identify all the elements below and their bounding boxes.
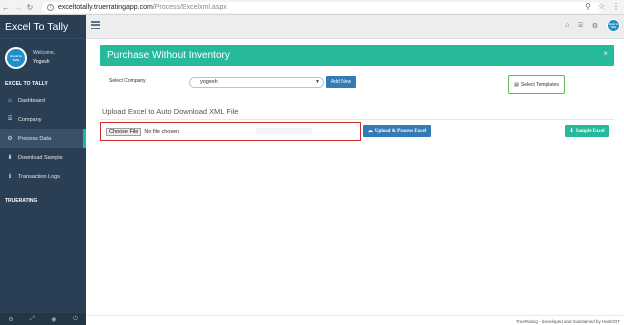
sidebar-item-transaction-logs[interactable]: ℹ Transaction Logs	[0, 167, 86, 186]
select-templates-label: Select Templates	[520, 81, 559, 88]
menu-dots-icon[interactable]: ⋮	[612, 2, 620, 11]
sidebar-item-company[interactable]: ⌸ Company	[0, 110, 86, 129]
download-icon: ⬇	[7, 155, 13, 161]
avatar-logo: Excel to Tally	[608, 22, 619, 29]
bookmark-star-icon[interactable]: ☆	[598, 2, 605, 11]
sample-excel-button[interactable]: ⬇ Sample Excel	[565, 125, 609, 137]
back-icon[interactable]: ←	[0, 3, 12, 12]
settings-icon[interactable]: ⚙	[8, 316, 13, 323]
info-icon: ℹ	[8, 174, 12, 180]
url-host: exceltotally.truerratingapp.com	[58, 3, 153, 11]
bank-icon: ⌸	[8, 116, 12, 122]
file-input[interactable]: Choose File No file chosen	[106, 127, 351, 136]
section-excel-to-tally: EXCEL TO TALLY	[5, 81, 48, 87]
reload-icon[interactable]: ↻	[24, 3, 36, 12]
sidebar-item-process-data[interactable]: ⚙ Process Data	[0, 129, 86, 148]
page-title-banner: Purchase Without Inventory ×	[100, 45, 614, 66]
sidebar-item-label: Transaction Logs	[18, 173, 60, 180]
select-templates-button[interactable]: ▤ Select Templates	[508, 75, 565, 94]
sidebar-footer: ⚙ ⤢ ◉ ⏻	[0, 313, 86, 325]
home-icon: ⌂	[8, 97, 12, 104]
file-upload-highlight: Choose File No file chosen	[100, 122, 361, 141]
gears-icon[interactable]: ⚙	[592, 22, 598, 30]
menu-toggle-icon[interactable]	[91, 21, 100, 29]
page-title: Purchase Without Inventory	[107, 50, 230, 61]
divider	[100, 119, 614, 120]
sidebar-item-dashboard[interactable]: ⌂ Dashboard	[0, 91, 86, 110]
lock-icon[interactable]: ◉	[51, 316, 56, 323]
download-icon: ⬇	[569, 129, 574, 134]
profile: Excel to Tally Welcome, Yogesh	[0, 39, 86, 75]
user-avatar[interactable]: Excel to Tally	[607, 19, 620, 32]
avatar: Excel to Tally	[5, 47, 27, 69]
sidebar-item-label: Dashboard	[18, 97, 45, 104]
sidebar-item-label: Process Data	[18, 135, 52, 142]
company-select[interactable]: yogesh ▼	[189, 77, 324, 88]
avatar-logo: Excel to Tally	[10, 54, 22, 62]
choose-file-button[interactable]: Choose File	[106, 127, 142, 136]
company-select-value: yogesh	[200, 79, 218, 85]
sidebar-item-label: Company	[18, 116, 42, 123]
section-truerating: TRUERATING	[5, 198, 38, 204]
forward-icon[interactable]: →	[12, 3, 24, 12]
brand-title[interactable]: Excel To Tally	[0, 15, 86, 39]
info-icon[interactable]: i	[47, 3, 54, 11]
main-content: Purchase Without Inventory × Select Comp…	[86, 39, 624, 325]
file-status: No file chosen	[144, 128, 180, 135]
home-icon[interactable]: ⌂	[565, 22, 569, 29]
address-bar[interactable]: i exceltotally.truerratingapp.com/Proces…	[42, 1, 602, 13]
footer-divider	[86, 315, 624, 316]
cloud-upload-icon: ☁	[367, 129, 373, 134]
logout-icon[interactable]: ⏻	[73, 316, 78, 323]
sidebar-item-download-sample[interactable]: ⬇ Download Sample	[0, 148, 86, 167]
url-path: /Process/Excelxml.aspx	[152, 3, 227, 11]
browser-toolbar: ← → ↻ i exceltotally.truerratingapp.com /…	[0, 0, 624, 15]
select-company-label: Select Company	[109, 78, 146, 84]
upload-process-label: Upload & Process Excel	[374, 128, 427, 134]
username: Yogesh	[33, 59, 50, 65]
file-input-ghost	[256, 128, 312, 134]
upload-heading: Upload Excel to Auto Download XML File	[102, 107, 239, 116]
close-icon[interactable]: ×	[603, 49, 608, 58]
chevron-down-icon: ▼	[315, 79, 320, 85]
bank-icon[interactable]: ⌸	[579, 22, 583, 30]
sidebar-item-label: Download Sample	[18, 154, 63, 161]
add-new-button[interactable]: Add New	[326, 76, 356, 88]
gears-icon: ⚙	[7, 136, 13, 142]
top-navbar: ⌂ ⌸ ⚙ Excel to Tally	[86, 15, 624, 39]
zoom-icon[interactable]: ⚲	[585, 2, 591, 11]
footer-text: TrueRating - developed and maintained by…	[515, 319, 620, 324]
file-icon: ▤	[514, 81, 519, 88]
sample-excel-label: Sample Excel	[575, 128, 605, 134]
welcome-label: Welcome,	[33, 50, 56, 56]
fullscreen-icon[interactable]: ⤢	[30, 316, 35, 323]
upload-process-button[interactable]: ☁ Upload & Process Excel	[363, 125, 431, 137]
sidebar: Excel To Tally Excel to Tally Welcome, Y…	[0, 15, 86, 325]
